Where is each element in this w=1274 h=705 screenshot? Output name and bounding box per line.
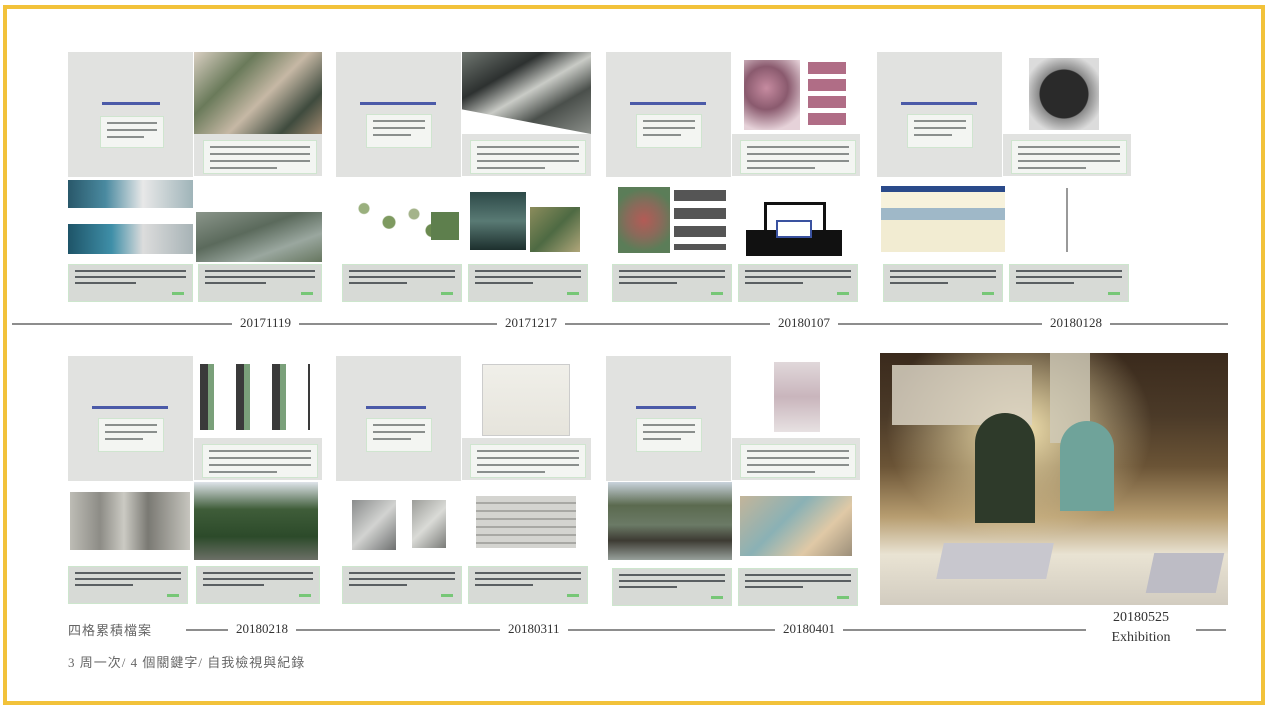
poster-exhibition-panel: [881, 186, 1005, 252]
photo-pink-lichen: [744, 60, 800, 130]
photo-lichen-map: [618, 187, 670, 253]
timeline-row2: [186, 629, 1196, 631]
timeline-row2-end: [1196, 629, 1226, 631]
photo-circular-pit: [1029, 58, 1099, 130]
board-20180107: [606, 52, 860, 302]
photo-lichen-thumbs: [808, 62, 846, 128]
photo-water-panel-1: [68, 180, 193, 208]
photo-river-bank: [196, 212, 322, 262]
timeline-date: 20180128: [1042, 315, 1110, 331]
board-20171217: [336, 52, 591, 302]
photo-aerial-satellite: [462, 52, 591, 134]
photo-ceiling-1: [352, 500, 396, 550]
drawing-line-sketch: [1037, 188, 1097, 252]
photo-water-panel-2: [68, 224, 193, 254]
photo-tree-building: [194, 482, 318, 560]
drawing-box-diagram: [746, 194, 842, 256]
photo-dark-water: [470, 192, 526, 250]
notes-title: 四格累積檔案: [68, 620, 161, 639]
photo-handwritten-notes: [482, 364, 570, 436]
exhibition-date: 20180525: [1113, 610, 1169, 625]
photo-grid-thumbs: [674, 190, 726, 250]
exhibition-text: Exhibition: [1111, 630, 1171, 645]
photo-bridge-river: [608, 482, 732, 560]
timeline-date: 20180401: [775, 621, 843, 637]
timeline-date: 20180107: [770, 315, 838, 331]
exhibition-label: 20180525 Exhibition: [1086, 608, 1196, 648]
timeline-date: 20171119: [232, 315, 300, 331]
photo-exhibition: [880, 353, 1228, 605]
drawing-plant-sketches: [344, 192, 444, 247]
timeline-date: 20180311: [500, 621, 568, 637]
board-20180218: [68, 356, 322, 606]
notes-subtitle: 3 周一次/ 4 個關鍵字/ 自我檢視與紀錄: [68, 655, 306, 670]
photo-document-table: [476, 496, 576, 548]
photo-forest-sculpture: [194, 52, 322, 134]
board-20180128: [877, 52, 1131, 302]
board-20180311: [336, 356, 591, 606]
photo-stone-texture: [70, 492, 190, 550]
timeline-date: 20180218: [228, 621, 296, 637]
photo-leaves: [530, 207, 580, 252]
photo-thumbnail-grid: [200, 364, 310, 430]
photo-model-topography: [740, 496, 852, 556]
board-20180401: [606, 356, 860, 606]
photo-ceiling-2: [412, 500, 446, 548]
timeline-date: 20171217: [497, 315, 565, 331]
photo-pink-paper: [774, 362, 820, 432]
photo-green-cluster: [431, 212, 459, 240]
board-20171119: [68, 52, 322, 302]
